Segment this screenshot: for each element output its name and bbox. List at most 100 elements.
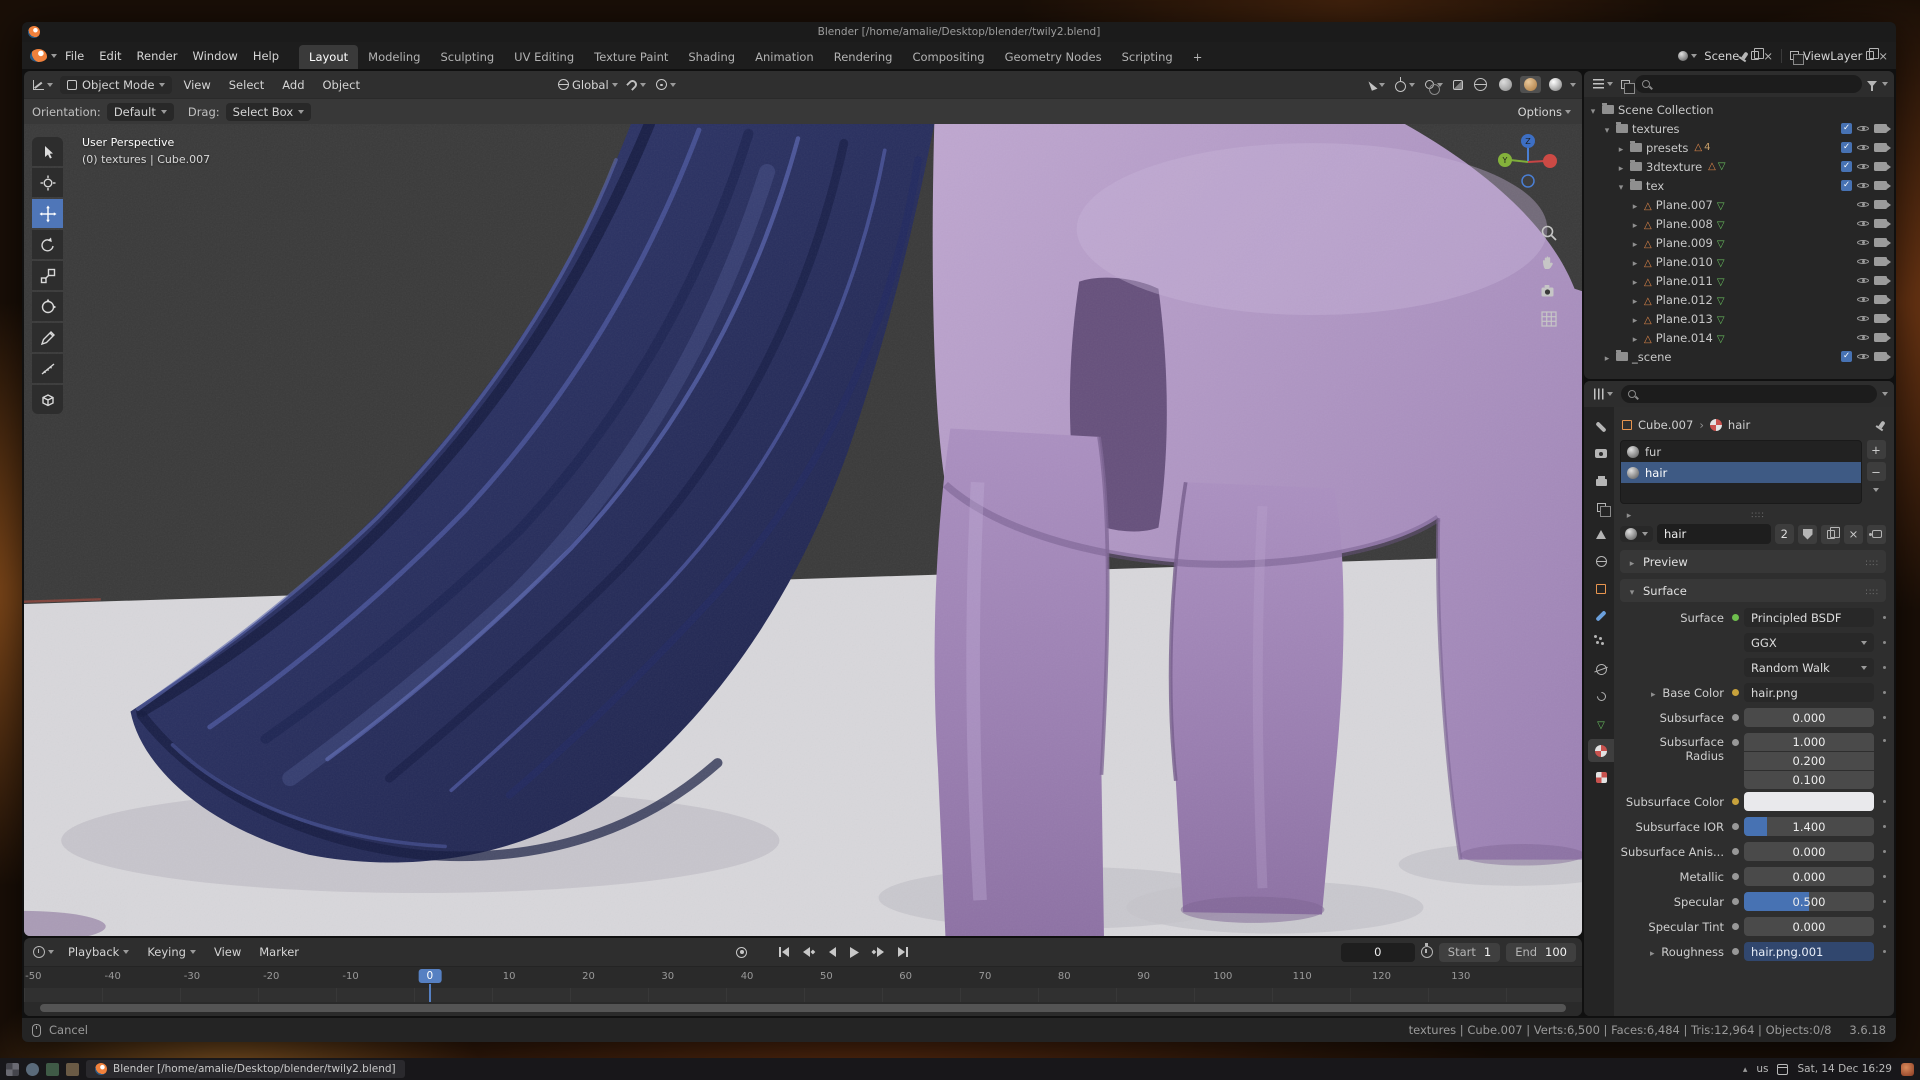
blender-logo-icon[interactable] [30,49,47,62]
outliner-row-plane007[interactable]: Plane.007 [1584,195,1894,214]
transform-tool[interactable] [32,292,63,321]
menu-add[interactable]: Add [275,75,311,95]
menu-file[interactable]: File [58,46,91,66]
snap-toggle[interactable] [625,78,649,91]
expand-arrow-icon[interactable] [1630,312,1640,326]
hide-viewport-icon[interactable] [1856,293,1870,307]
disable-render-icon[interactable] [1874,257,1887,266]
shading-wireframe-button[interactable] [1470,76,1491,93]
overlays-dropdown[interactable] [1422,78,1446,91]
window-titlebar[interactable]: Blender [/home/amalie/Desktop/blender/tw… [22,22,1896,42]
scrollbar-thumb[interactable] [40,1004,1567,1012]
menu-help[interactable]: Help [246,46,286,66]
unlink-material-button[interactable] [1844,525,1863,544]
outliner-row-plane014[interactable]: Plane.014 [1584,328,1894,347]
drag-setting-dropdown[interactable]: Select Box [226,103,312,121]
close-viewlayer-icon[interactable] [1878,49,1888,63]
outliner-row-plane010[interactable]: Plane.010 [1584,252,1894,271]
taskbar-window-button[interactable]: Blender [/home/amalie/Desktop/blender/tw… [86,1060,405,1078]
disable-render-icon[interactable] [1874,276,1887,285]
sss-method-select[interactable]: Random Walk [1744,658,1874,677]
hide-viewport-icon[interactable] [1856,179,1870,193]
breadcrumb-material[interactable]: hair [1728,418,1750,432]
jump-to-start-button[interactable] [773,943,795,961]
expand-arrow-icon[interactable] [1616,141,1626,155]
menu-view[interactable]: View [176,75,217,95]
prev-keyframe-button[interactable] [797,943,820,961]
subsurface-color-swatch[interactable] [1744,792,1874,811]
hide-viewport-icon[interactable] [1856,331,1870,345]
value-socket-icon[interactable] [1732,848,1739,855]
subsurface-ior-slider[interactable]: 1.400 [1744,817,1874,836]
disable-render-icon[interactable] [1874,314,1887,323]
outliner-search-input[interactable] [1635,75,1862,93]
notification-tray-icon[interactable] [1901,1063,1914,1076]
outliner-row-presets[interactable]: presets 4 [1584,138,1894,157]
disable-render-icon[interactable] [1874,352,1887,361]
animate-dot[interactable] [1883,739,1886,742]
expand-arrow-icon[interactable] [1624,507,1634,521]
pin-scene-icon[interactable] [1742,51,1749,59]
menu-edit[interactable]: Edit [92,46,128,66]
app-menu-chevron[interactable] [51,54,57,58]
options-dropdown[interactable]: Options [1515,103,1574,121]
selectability-dropdown[interactable] [1367,78,1388,92]
outliner-row-plane008[interactable]: Plane.008 [1584,214,1894,233]
tab-view-layer[interactable] [1588,496,1614,519]
menu-select[interactable]: Select [222,75,271,95]
ortho-grid-icon[interactable] [1540,310,1558,328]
tab-particles[interactable] [1588,631,1614,654]
camera-view-icon[interactable] [1540,284,1558,298]
play-reverse-button[interactable] [822,943,842,961]
properties-options-chevron[interactable] [1882,392,1888,396]
expand-arrow-icon[interactable] [1602,122,1612,136]
disable-render-icon[interactable] [1874,219,1887,228]
animate-dot[interactable] [1883,691,1886,694]
current-frame-field[interactable]: 0 [1341,943,1415,962]
tab-uv-editing[interactable]: UV Editing [504,45,584,69]
hide-viewport-icon[interactable] [1856,255,1870,269]
timeline-ruler[interactable]: -50 -40 -30 -20 -10 0 10 20 30 40 50 60 … [24,966,1582,988]
properties-editor-type-button[interactable] [1590,387,1616,401]
hide-viewport-icon[interactable] [1856,160,1870,174]
timeline-editor-type-button[interactable] [30,944,57,960]
slot-fur[interactable]: fur [1621,441,1861,462]
value-socket-icon[interactable] [1732,898,1739,905]
hide-viewport-icon[interactable] [1856,122,1870,136]
new-viewlayer-icon[interactable] [1866,51,1874,60]
transform-orientation-dropdown[interactable]: Global [555,76,621,94]
close-scene-icon[interactable] [1763,49,1773,63]
node-tree-button[interactable] [1867,525,1886,544]
tab-animation[interactable]: Animation [745,45,824,69]
tab-sculpting[interactable]: Sculpting [430,45,504,69]
timeline-track[interactable] [24,988,1582,1002]
outliner-row-plane012[interactable]: Plane.012 [1584,290,1894,309]
outliner-row-3dtexture[interactable]: 3dtexture [1584,157,1894,176]
disable-render-icon[interactable] [1874,181,1887,190]
fake-user-button[interactable] [1798,525,1817,544]
clock[interactable]: Sat, 14 Dec 16:29 [1797,1063,1892,1075]
playhead[interactable]: 0 [419,969,442,983]
tab-geometry-nodes[interactable]: Geometry Nodes [995,45,1112,69]
zoom-icon[interactable] [1540,224,1558,242]
add-slot-button[interactable] [1867,440,1886,459]
tab-texture[interactable] [1588,766,1614,789]
exclude-checkbox[interactable] [1841,180,1852,191]
drag-dots-icon[interactable] [1751,507,1764,521]
tab-rendering[interactable]: Rendering [824,45,903,69]
tab-render[interactable] [1588,442,1614,465]
auto-keying-toggle[interactable] [732,944,751,961]
radius-y-field[interactable]: 0.200 [1744,752,1874,770]
specular-slider[interactable]: 0.500 [1744,892,1874,911]
measure-tool[interactable] [32,354,63,383]
cursor-tool[interactable] [32,168,63,197]
properties-search-input[interactable] [1621,385,1877,403]
new-scene-icon[interactable] [1751,51,1759,60]
tab-constraints[interactable] [1588,685,1614,708]
outliner-row-tex[interactable]: tex [1584,176,1894,195]
animate-dot[interactable] [1883,825,1886,828]
gizmo-x-axis[interactable] [1543,154,1557,168]
tab-layout[interactable]: Layout [299,45,358,69]
outliner-row-plane013[interactable]: Plane.013 [1584,309,1894,328]
tab-shading[interactable]: Shading [678,45,745,69]
